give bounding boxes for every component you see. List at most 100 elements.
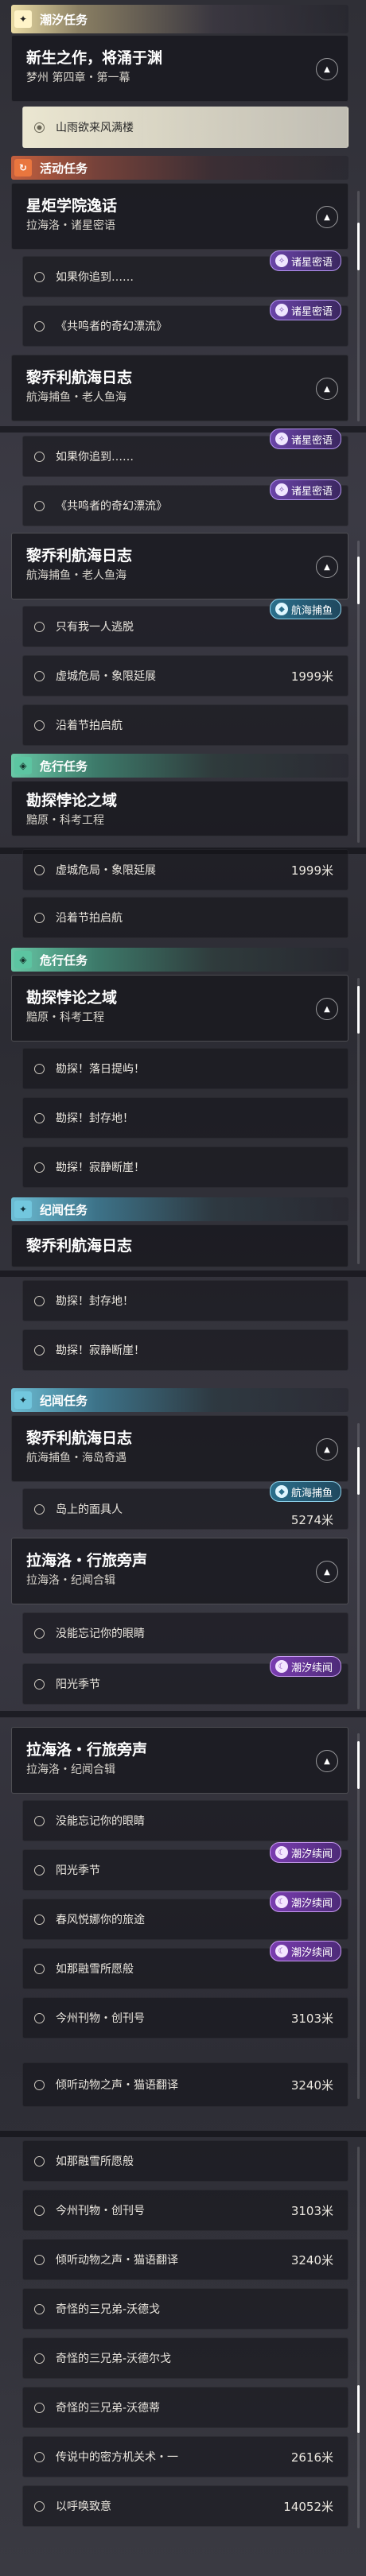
quest-card[interactable]: 拉海洛・行旅旁声 拉海洛・纪闻合辑 ▲ [11,1727,348,1794]
list-item[interactable]: 岛上的面具人 ◆ 航海捕鱼 5274米 [22,1481,348,1530]
list-item[interactable]: 倾听动物之声・猫语翻译 3240米 [22,2239,348,2280]
distance-label: 1999米 [290,863,333,878]
chevron-up-icon[interactable]: ▲ [316,1438,338,1461]
target-icon [34,122,45,133]
list-item[interactable]: 奇怪的三兄弟-沃德尔戈 [22,2337,348,2379]
quest-card[interactable]: 黎乔利航海日志 [11,1224,348,1267]
scrollbar[interactable] [357,191,360,421]
distance-label: 2616米 [290,2450,333,2465]
quest-subtitle: 黯原・科考工程 [26,1011,104,1024]
list-item[interactable]: 沿着节拍启航 [22,897,348,938]
list-item[interactable]: 勘探！落日提屿！ [22,1048,348,1089]
fish-icon: ◆ [274,603,288,615]
list-item[interactable]: 没能忘记你的眼睛 [22,1612,348,1654]
circle-icon [34,451,45,462]
circle-icon [34,912,45,923]
item-label: 奇怪的三兄弟-沃德尔戈 [56,2353,172,2365]
scrollbar[interactable] [357,541,360,843]
section-title: 危行任务 [40,952,88,968]
section-title: 潮汐任务 [40,12,88,27]
moon-icon: ☾ [274,1846,288,1859]
quest-card[interactable]: 勘探悖论之域 黯原・科考工程 [11,781,348,836]
list-item[interactable]: 今州刊物・创刊号 3103米 [22,1997,348,2039]
list-item[interactable]: 虚城危局・象限延展 1999米 [22,655,348,696]
list-item[interactable]: 奇怪的三兄弟-沃德戈 [22,2288,348,2330]
item-label: 如果你追到…… [56,271,134,284]
quest-card[interactable]: 黎乔利航海日志 航海捕鱼・老人鱼海 ▲ [11,533,348,599]
list-item[interactable]: 只有我一人逃脱 ◆ 航海捕鱼 [22,599,348,647]
list-item[interactable]: 传说中的密方机关术・一 2616米 [22,2436,348,2477]
item-label: 今州刊物・创刊号 [56,2012,145,2025]
quest-card[interactable]: 拉海洛・行旅旁声 拉海洛・纪闻合辑 ▲ [11,1538,348,1604]
fish-icon: ◆ [274,1485,288,1498]
list-item[interactable]: 《共鸣者的奇幻漂流》 ✧ 诸星密语 [22,479,348,526]
scrollbar[interactable] [357,978,360,1264]
quest-card[interactable]: 黎乔利航海日志 航海捕鱼・海岛奇遇 ▲ [11,1415,348,1482]
quest-card[interactable]: 星炬学院逸话 拉海洛・诸星密语 ▲ [11,183,348,250]
list-item[interactable]: 阳光季节 ☾ 潮汐续闻 [22,1656,348,1705]
chevron-up-icon[interactable]: ▲ [316,1750,338,1772]
chevron-up-icon[interactable]: ▲ [316,998,338,1020]
tag-label: 诸星密语 [290,305,333,318]
circle-icon [34,2500,45,2512]
list-item[interactable]: 勘探！封存地！ [22,1097,348,1139]
quest-title: 黎乔利航海日志 [26,547,133,564]
list-item[interactable]: 勘探！封存地！ [22,1280,348,1321]
item-label: 以呼唤致意 [56,2500,111,2513]
list-item[interactable]: 阳光季节 ☾ 潮汐续闻 [22,1842,348,1891]
list-item[interactable]: 如那融雪所愿般 [22,2140,348,2182]
quest-card[interactable]: 新生之作，将涌于渊 梦州 第四章・第一幕 ▲ [11,35,348,102]
circle-icon [34,1963,45,1974]
item-label: 只有我一人逃脱 [56,621,134,634]
item-label: 倾听动物之声・猫语翻译 [56,2079,178,2092]
list-item[interactable]: 没能忘记你的眼睛 [22,1800,348,1841]
quest-title: 星炬学院逸话 [26,197,118,215]
tag-label: 诸星密语 [290,434,333,447]
list-item-selected[interactable]: 山雨欲来风满楼 [22,107,348,148]
circle-icon [34,271,45,282]
item-label: 勘探！寂静断崖！ [56,1344,145,1357]
scrollbar[interactable] [357,1423,360,1709]
quest-subtitle: 航海捕鱼・老人鱼海 [26,569,127,582]
circle-icon [34,1678,45,1690]
quest-subtitle: 航海捕鱼・海岛奇遇 [26,1452,127,1465]
list-item[interactable]: 勘探！寂静断崖！ [22,1329,348,1371]
list-item[interactable]: 奇怪的三兄弟-沃德蒂 [22,2387,348,2428]
chevron-up-icon[interactable]: ▲ [316,1561,338,1583]
item-label: 勘探！寂静断崖！ [56,1162,145,1174]
chevron-up-icon[interactable]: ▲ [316,556,338,578]
distance-label: 3240米 [290,2077,333,2093]
scrollbar[interactable] [357,1733,360,2099]
item-label: 岛上的面具人 [56,1503,123,1516]
list-item[interactable]: 虚城危局・象限延展 1999米 [22,849,348,890]
quest-subtitle: 拉海洛・诸星密语 [26,219,115,232]
chevron-up-icon[interactable]: ▲ [316,58,338,80]
tag-label: 诸星密语 [290,485,333,498]
item-label: 如果你追到…… [56,451,134,464]
circle-icon [34,1914,45,1925]
list-item[interactable]: 如果你追到…… ✧ 诸星密语 [22,429,348,477]
chevron-up-icon[interactable]: ▲ [316,206,338,228]
distance-label: 3240米 [290,2252,333,2268]
list-item[interactable]: 倾听动物之声・猫语翻译 3240米 [22,2062,348,2107]
chevron-up-icon[interactable]: ▲ [316,378,338,400]
circle-icon [34,320,45,332]
list-item[interactable]: 如果你追到…… ✧ 诸星密语 [22,250,348,297]
list-item[interactable]: 《共鸣者的奇幻漂流》 ✧ 诸星密语 [22,300,348,347]
risk-icon: ◈ [14,757,32,774]
scrollbar[interactable] [357,2147,360,2528]
list-item[interactable]: 勘探！寂静断崖！ [22,1146,348,1188]
list-item[interactable]: 春风悦娜你的旅途 ☾ 潮汐续闻 [22,1891,348,1940]
list-item[interactable]: 以呼唤致意 14052米 [22,2485,348,2527]
moon-icon: ☾ [274,1895,288,1908]
list-item[interactable]: 沿着节拍启航 [22,704,348,746]
distance-label: 3103米 [290,2203,333,2218]
quest-card[interactable]: 黎乔利航海日志 航海捕鱼・老人鱼海 ▲ [11,355,348,421]
moon-icon: ☾ [274,1660,288,1673]
tag-label: 潮汐续闻 [290,1848,333,1860]
list-item[interactable]: 今州刊物・创刊号 3103米 [22,2190,348,2231]
list-item[interactable]: 如那融雪所愿般 ☾ 潮汐续闻 [22,1941,348,1989]
tag-label: 航海捕鱼 [290,1487,333,1499]
distance-label: 3103米 [290,2011,333,2026]
quest-card[interactable]: 勘探悖论之域 黯原・科考工程 ▲ [11,975,348,1042]
